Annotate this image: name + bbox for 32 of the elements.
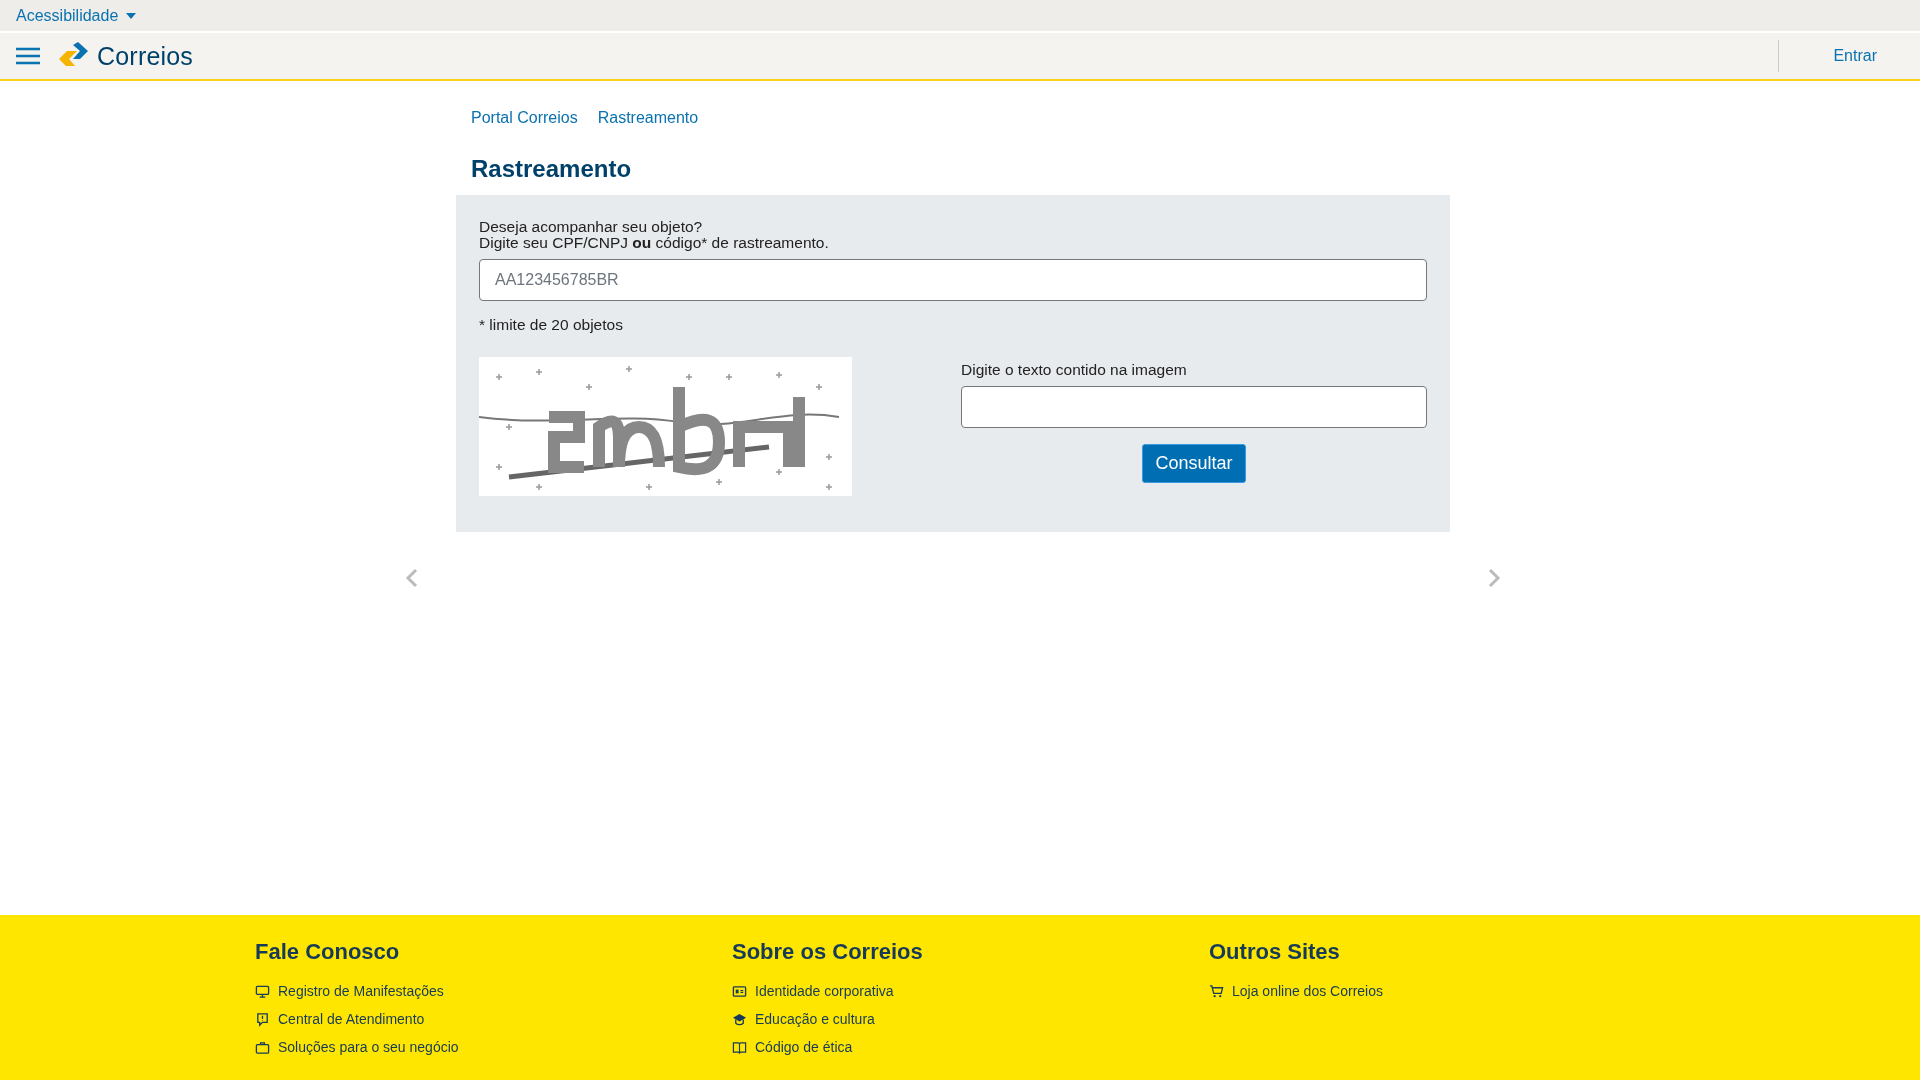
login-link[interactable]: Entrar xyxy=(1833,47,1877,65)
captcha-label: Digite o texto contido na imagem xyxy=(961,361,1187,379)
footer-link[interactable]: Educação e cultura xyxy=(755,1011,875,1027)
captcha-field[interactable] xyxy=(961,386,1427,428)
footer-link[interactable]: Código de ética xyxy=(755,1039,853,1055)
tracking-code-field[interactable]: AA123456785BR xyxy=(479,259,1427,301)
logo-text[interactable]: Correios xyxy=(97,41,194,71)
id-card-icon xyxy=(732,983,747,999)
footer-link[interactable]: Registro de Manifestações xyxy=(278,983,444,999)
briefcase-icon xyxy=(255,1039,270,1055)
breadcrumb-link[interactable]: Portal Correios xyxy=(471,109,578,127)
footer-heading: Sobre os Correios xyxy=(732,939,924,965)
prompt-text: Deseja acompanhar seu objeto? xyxy=(479,219,704,235)
page-title: Rastreamento xyxy=(471,155,633,183)
cart-icon xyxy=(1209,983,1224,999)
speech-bubble-icon xyxy=(255,1011,270,1027)
accessibility-menu[interactable]: Acessibilidade xyxy=(16,6,137,25)
graduation-cap-icon xyxy=(732,1011,747,1027)
footer-heading: Outros Sites xyxy=(1209,939,1341,965)
caret-icon xyxy=(126,12,137,19)
monitor-icon xyxy=(255,983,270,999)
consultar-button[interactable]: Consultar xyxy=(1142,444,1246,483)
breadcrumb-link[interactable]: Rastreamento xyxy=(597,109,699,127)
footer-link[interactable]: Soluções para o seu negócio xyxy=(278,1039,459,1055)
footer-link[interactable]: Central de Atendimento xyxy=(278,1011,425,1027)
footer-heading: Fale Conosco xyxy=(255,939,401,965)
limit-note: * limite de 20 objetos xyxy=(479,316,624,334)
prompt-text: Digite seu CPF/CNPJ ou código* de rastreamento. xyxy=(479,235,830,251)
footer-link[interactable]: Loja online dos Correios xyxy=(1232,983,1383,999)
menu-icon[interactable] xyxy=(16,46,40,66)
footer-link[interactable]: Identidade corporativa xyxy=(755,983,894,999)
book-icon xyxy=(732,1039,747,1055)
